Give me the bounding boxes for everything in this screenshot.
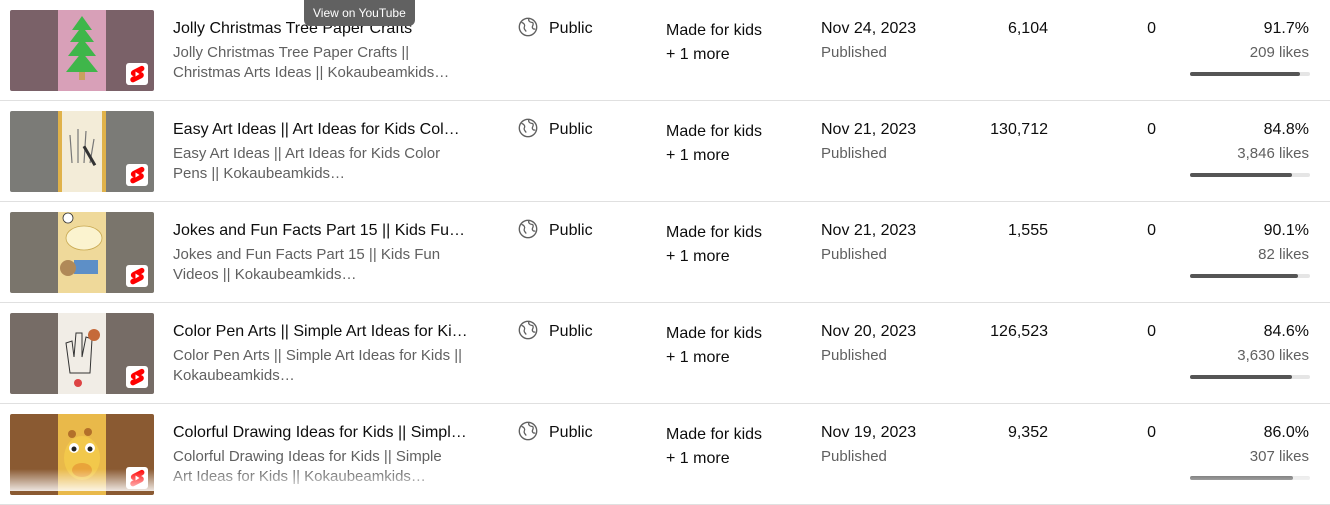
likes-percentage: 86.0% [1263, 424, 1309, 441]
restriction-more: + 1 more [666, 349, 730, 366]
views-count: 6,104 [1007, 20, 1048, 37]
comments-count: 0 [1147, 121, 1156, 138]
video-description: Easy Art Ideas || Art Ideas for Kids Col… [173, 145, 441, 182]
restriction-primary: Made for kids [666, 325, 763, 342]
shorts-icon [126, 164, 148, 186]
views-count: 126,523 [990, 323, 1048, 340]
likes-percentage: 90.1% [1263, 222, 1309, 239]
likes-ratio-fill [1190, 274, 1299, 278]
restriction-more: + 1 more [666, 46, 730, 63]
thumbnail-image [58, 212, 106, 293]
visibility-label[interactable]: Public [549, 322, 593, 342]
likes-ratio-bar [1190, 173, 1310, 177]
likes-count: 209 likes [1249, 44, 1309, 61]
globe-icon [517, 16, 539, 38]
thumbnail-image [58, 313, 106, 394]
restriction-more: + 1 more [666, 248, 730, 265]
globe-icon [517, 218, 539, 240]
globe-icon [517, 420, 539, 442]
publish-status: Published [821, 145, 887, 162]
likes-count: 82 likes [1258, 246, 1309, 263]
likes-ratio-bar [1190, 274, 1310, 278]
video-description: Jokes and Fun Facts Part 15 || Kids Fun … [173, 246, 441, 283]
shorts-icon [126, 63, 148, 85]
video-thumbnail[interactable] [10, 212, 154, 293]
likes-percentage: 84.8% [1263, 121, 1309, 138]
shorts-icon [126, 366, 148, 388]
video-row[interactable]: Colorful Drawing Ideas for Kids || Simpl… [0, 404, 1330, 505]
video-row[interactable]: Color Pen Arts || Simple Art Ideas for K… [0, 303, 1330, 404]
likes-percentage: 91.7% [1263, 20, 1309, 37]
likes-count: 3,630 likes [1237, 347, 1309, 364]
likes-count: 307 likes [1249, 448, 1309, 465]
publish-status: Published [821, 347, 887, 364]
video-title[interactable]: Colorful Drawing Ideas for Kids || Simpl… [173, 423, 468, 443]
restrictions[interactable]: Made for kids + 1 more [666, 120, 762, 168]
video-description: Colorful Drawing Ideas for Kids || Simpl… [173, 448, 442, 485]
restriction-primary: Made for kids [666, 22, 763, 39]
likes-ratio-fill [1190, 476, 1294, 480]
restrictions[interactable]: Made for kids + 1 more [666, 423, 762, 471]
globe-icon [517, 319, 539, 341]
publish-status: Published [821, 448, 887, 465]
video-title[interactable]: Easy Art Ideas || Art Ideas for Kids Col… [173, 120, 468, 140]
publish-date: Nov 19, 2023 [821, 424, 917, 441]
visibility-label[interactable]: Public [549, 221, 593, 241]
restriction-primary: Made for kids [666, 224, 763, 241]
publish-date: Nov 21, 2023 [821, 121, 917, 138]
video-row[interactable]: Easy Art Ideas || Art Ideas for Kids Col… [0, 101, 1330, 202]
globe-icon [517, 117, 539, 139]
thumbnail-image [58, 111, 106, 192]
publish-date: Nov 24, 2023 [821, 20, 917, 37]
comments-count: 0 [1147, 222, 1156, 239]
comments-count: 0 [1147, 323, 1156, 340]
views-count: 1,555 [1007, 222, 1048, 239]
restrictions[interactable]: Made for kids + 1 more [666, 221, 762, 269]
restrictions[interactable]: Made for kids + 1 more [666, 322, 762, 370]
video-thumbnail[interactable] [10, 10, 154, 91]
video-description: Jolly Christmas Tree Paper Crafts || Chr… [173, 44, 450, 81]
publish-date: Nov 21, 2023 [821, 222, 917, 239]
publish-status: Published [821, 246, 887, 263]
likes-ratio-fill [1190, 173, 1292, 177]
view-on-youtube-tooltip: View on YouTube [304, 0, 415, 26]
likes-ratio-bar [1190, 72, 1310, 76]
video-title[interactable]: Color Pen Arts || Simple Art Ideas for K… [173, 322, 468, 342]
video-thumbnail[interactable] [10, 111, 154, 192]
likes-ratio-fill [1190, 375, 1292, 379]
thumbnail-image [58, 10, 106, 91]
views-count: 9,352 [1007, 424, 1048, 441]
video-thumbnail[interactable] [10, 313, 154, 394]
views-count: 130,712 [990, 121, 1048, 138]
likes-ratio-bar [1190, 375, 1310, 379]
publish-date: Nov 20, 2023 [821, 323, 917, 340]
comments-count: 0 [1147, 20, 1156, 37]
video-thumbnail[interactable] [10, 414, 154, 495]
shorts-icon [126, 265, 148, 287]
video-row[interactable]: Jolly Christmas Tree Paper Crafts Jolly C… [0, 0, 1330, 101]
restriction-more: + 1 more [666, 450, 730, 467]
likes-count: 3,846 likes [1237, 145, 1309, 162]
publish-status: Published [821, 44, 887, 61]
thumbnail-image [58, 414, 106, 495]
video-description: Color Pen Arts || Simple Art Ideas for K… [173, 347, 463, 384]
restriction-more: + 1 more [666, 147, 730, 164]
video-title[interactable]: Jokes and Fun Facts Part 15 || Kids Fun … [173, 221, 468, 241]
visibility-label[interactable]: Public [549, 120, 593, 140]
shorts-icon [126, 467, 148, 489]
video-row[interactable]: Jokes and Fun Facts Part 15 || Kids Fun … [0, 202, 1330, 303]
likes-ratio-fill [1190, 72, 1301, 76]
likes-ratio-bar [1190, 476, 1310, 480]
comments-count: 0 [1147, 424, 1156, 441]
visibility-label[interactable]: Public [549, 19, 593, 39]
restriction-primary: Made for kids [666, 123, 763, 140]
restrictions[interactable]: Made for kids + 1 more [666, 19, 762, 67]
likes-percentage: 84.6% [1263, 323, 1309, 340]
restriction-primary: Made for kids [666, 426, 763, 443]
visibility-label[interactable]: Public [549, 423, 593, 443]
